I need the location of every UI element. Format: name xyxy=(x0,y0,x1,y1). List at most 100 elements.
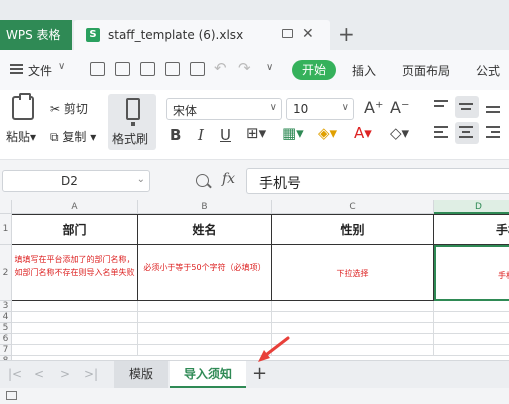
new-tab-plus-icon[interactable]: + xyxy=(338,22,355,46)
cell-a2[interactable]: 填填写在平台添加了的部门名称，如部门名称不存在则导入名单失败 xyxy=(12,245,138,301)
cell-c2[interactable]: 下拉选择 xyxy=(272,245,434,301)
align-left-icon[interactable] xyxy=(434,126,452,142)
align-center-icon[interactable] xyxy=(459,126,477,142)
sheet-tab-import-notice[interactable]: 导入须知 xyxy=(170,361,246,388)
cell-d1[interactable]: 手机 xyxy=(434,214,509,245)
italic-icon[interactable]: I xyxy=(198,126,204,144)
tab-start[interactable]: 开始 xyxy=(292,60,336,80)
font-size-select[interactable]: 10 ∨ xyxy=(286,98,354,120)
empty-cell[interactable] xyxy=(434,312,509,323)
tab-formula[interactable]: 公式 xyxy=(476,62,500,79)
row-header-1[interactable]: 1 xyxy=(0,214,12,245)
underline-icon[interactable]: U xyxy=(220,126,231,144)
empty-cell[interactable] xyxy=(12,323,138,334)
monitor-icon[interactable] xyxy=(282,29,293,38)
tab-insert[interactable]: 插入 xyxy=(352,62,376,79)
row-header-5[interactable]: 5 xyxy=(0,323,12,334)
formula-bar: D2 ⌄ fx 手机号 xyxy=(0,160,509,200)
empty-cell[interactable] xyxy=(138,301,272,312)
column-header-a[interactable]: A xyxy=(12,200,138,214)
pdf-icon[interactable] xyxy=(140,62,155,76)
column-header-b[interactable]: B xyxy=(138,200,272,214)
chevron-down-icon[interactable]: ∨ xyxy=(58,61,65,72)
column-header-d[interactable]: D xyxy=(434,200,509,214)
column-header-c[interactable]: C xyxy=(272,200,434,214)
sheet-tab-template[interactable]: 模版 xyxy=(114,361,168,388)
row-header-7[interactable]: 7 xyxy=(0,345,12,356)
align-bottom-icon[interactable] xyxy=(486,100,504,116)
font-name-select[interactable]: 宋体 ∨ xyxy=(166,98,282,120)
empty-cell[interactable] xyxy=(272,312,434,323)
name-box[interactable]: D2 ⌄ xyxy=(2,170,150,192)
undo-icon[interactable]: ↶ xyxy=(214,59,227,77)
empty-cell[interactable] xyxy=(138,323,272,334)
format-painter-button[interactable]: 格式刷 xyxy=(108,94,156,150)
name-box-value: D2 xyxy=(61,174,78,188)
empty-cell[interactable] xyxy=(138,312,272,323)
empty-cell[interactable] xyxy=(138,334,272,345)
app-tab[interactable]: WPS 表格 xyxy=(0,20,72,50)
status-icon[interactable] xyxy=(6,391,17,400)
tab-page-layout[interactable]: 页面布局 xyxy=(402,62,450,79)
empty-cell[interactable] xyxy=(272,345,434,356)
empty-cell[interactable] xyxy=(272,334,434,345)
zoom-icon[interactable] xyxy=(196,174,209,187)
row-header-4[interactable]: 4 xyxy=(0,312,12,323)
empty-cell[interactable] xyxy=(272,323,434,334)
borders-icon[interactable]: ⊞▾ xyxy=(246,124,266,142)
font-color-icon[interactable]: A▾ xyxy=(354,124,372,142)
empty-cell[interactable] xyxy=(434,301,509,312)
empty-cell[interactable] xyxy=(434,334,509,345)
fx-icon[interactable]: fx xyxy=(222,171,235,187)
close-icon[interactable]: ✕ xyxy=(302,26,314,42)
increase-font-icon[interactable]: A⁺ xyxy=(364,98,383,117)
copy-button[interactable]: ⧉ 复制 ▾ xyxy=(50,128,96,145)
empty-cell[interactable] xyxy=(12,334,138,345)
cell-a1[interactable]: 部门 xyxy=(12,214,138,245)
row-header-3[interactable]: 3 xyxy=(0,301,12,312)
last-sheet-icon[interactable]: >| xyxy=(84,367,98,381)
row-header-6[interactable]: 6 xyxy=(0,334,12,345)
print-preview-icon[interactable] xyxy=(190,62,205,76)
empty-cell[interactable] xyxy=(272,301,434,312)
empty-cell[interactable] xyxy=(12,301,138,312)
paste-label: 粘贴 xyxy=(6,130,31,144)
empty-cell[interactable] xyxy=(12,345,138,356)
fill-pattern-icon[interactable]: ▦▾ xyxy=(282,124,304,142)
first-sheet-icon[interactable]: |< xyxy=(8,367,22,381)
add-sheet-plus-icon[interactable]: + xyxy=(252,363,267,384)
brush-icon xyxy=(126,98,140,126)
cut-button[interactable]: ✂ 剪切 xyxy=(50,100,88,117)
decrease-font-icon[interactable]: A⁻ xyxy=(390,98,409,117)
next-sheet-icon[interactable]: > xyxy=(60,367,70,381)
save-icon[interactable] xyxy=(115,62,130,76)
file-tab[interactable]: S staff_template (6).xlsx ✕ xyxy=(74,20,330,50)
open-folder-icon[interactable] xyxy=(90,62,105,76)
cell-d2-active[interactable]: 手机 xyxy=(434,245,509,301)
cell-b2[interactable]: 必须小于等于50个字符（必填项） xyxy=(138,245,272,301)
quick-access-dropdown-icon[interactable]: ∨ xyxy=(266,62,273,73)
empty-cell[interactable] xyxy=(138,345,272,356)
print-icon[interactable] xyxy=(165,62,180,76)
cell-b1[interactable]: 姓名 xyxy=(138,214,272,245)
paste-button[interactable]: 粘贴▾ xyxy=(6,128,36,145)
empty-cell[interactable] xyxy=(434,323,509,334)
menu-file[interactable]: 文件 xyxy=(28,62,52,79)
empty-cell[interactable] xyxy=(12,312,138,323)
redo-icon[interactable]: ↷ xyxy=(238,59,251,77)
cell-c1[interactable]: 性别 xyxy=(272,214,434,245)
formula-input[interactable]: 手机号 xyxy=(246,168,509,194)
align-right-icon[interactable] xyxy=(486,126,504,142)
eraser-icon[interactable]: ◇▾ xyxy=(390,124,409,142)
align-top-icon[interactable] xyxy=(434,100,452,116)
spreadsheet-icon: S xyxy=(86,28,100,42)
fill-color-icon[interactable]: ◈▾ xyxy=(318,124,337,142)
align-middle-icon[interactable] xyxy=(459,100,477,116)
bold-icon[interactable]: B xyxy=(170,126,181,144)
hamburger-menu-icon[interactable] xyxy=(10,64,23,74)
paste-icon[interactable] xyxy=(12,93,34,120)
row-header-2[interactable]: 2 xyxy=(0,245,12,301)
empty-cell[interactable] xyxy=(434,345,509,356)
select-all-corner[interactable] xyxy=(0,200,12,214)
prev-sheet-icon[interactable]: < xyxy=(34,367,44,381)
